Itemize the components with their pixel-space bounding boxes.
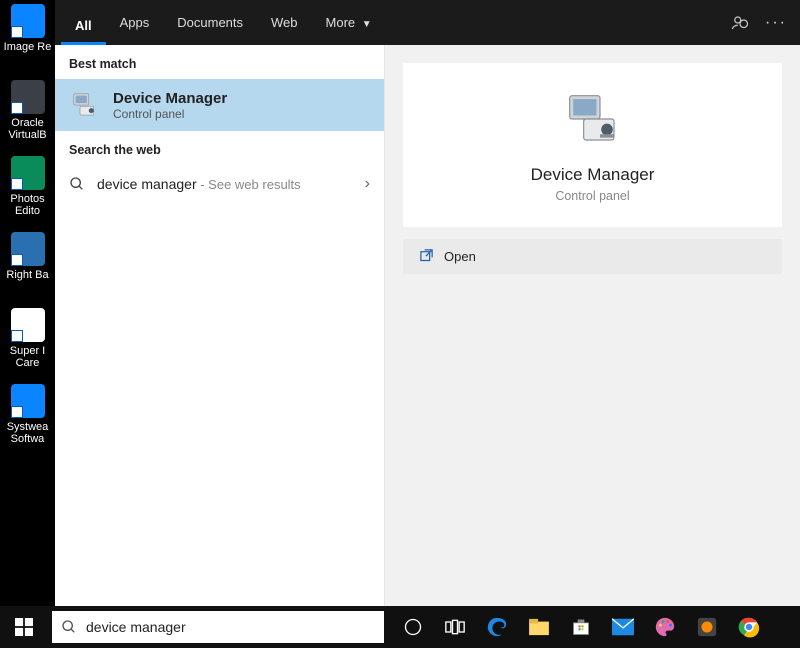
desktop-icon[interactable]: Photos Edito [3, 156, 53, 226]
taskbar-icons [392, 606, 770, 648]
device-manager-icon [69, 89, 101, 121]
web-suffix: - See web results [197, 177, 301, 192]
desktop-icon-label: Right Ba [6, 269, 48, 281]
desktop-icon[interactable]: Systwea Softwa [3, 384, 53, 454]
tab-more[interactable]: More ▼ [312, 0, 386, 45]
preview-title: Device Manager [531, 165, 655, 185]
result-device-manager[interactable]: Device Manager Control panel [55, 79, 384, 131]
chevron-down-icon: ▼ [362, 19, 372, 30]
desktop-icon-label: Image Re [4, 41, 52, 53]
start-button[interactable] [0, 606, 48, 648]
more-options-icon[interactable]: ··· [758, 5, 794, 41]
result-subtitle: Control panel [113, 107, 227, 121]
task-view-icon[interactable] [434, 606, 476, 648]
search-input[interactable] [86, 619, 384, 635]
desktop-icon-label: Oracle VirtualB [3, 117, 53, 141]
mail-icon[interactable] [602, 606, 644, 648]
search-icon [52, 619, 86, 635]
section-best-match: Best match [55, 45, 384, 79]
store-icon[interactable] [560, 606, 602, 648]
app-icon[interactable] [686, 606, 728, 648]
file-explorer-icon[interactable] [518, 606, 560, 648]
desktop-icon-label: Systwea Softwa [3, 421, 53, 445]
tab-documents[interactable]: Documents [163, 0, 257, 45]
search-tabbar: All Apps Documents Web More ▼ ··· [55, 0, 800, 45]
chevron-right-icon: › [365, 175, 370, 193]
desktop-icon[interactable]: Oracle VirtualB [3, 80, 53, 150]
taskbar-search[interactable] [52, 611, 384, 643]
section-search-web: Search the web [55, 131, 384, 165]
tab-more-label: More [326, 15, 356, 30]
tab-all[interactable]: All [61, 0, 106, 45]
device-manager-icon [565, 91, 621, 147]
edge-icon[interactable] [476, 606, 518, 648]
web-search-result[interactable]: device manager - See web results › [55, 165, 384, 203]
paint-icon[interactable] [644, 606, 686, 648]
tab-web[interactable]: Web [257, 0, 312, 45]
preview-subtitle: Control panel [555, 189, 629, 203]
desktop-icon[interactable]: Image Re [3, 4, 53, 74]
preview-column: Device Manager Control panel Open [385, 45, 800, 606]
tab-apps[interactable]: Apps [106, 0, 164, 45]
search-icon [69, 176, 85, 192]
desktop-icon-label: Photos Edito [3, 193, 53, 217]
cortana-icon[interactable] [392, 606, 434, 648]
open-label: Open [444, 249, 476, 264]
desktop-icon[interactable]: Right Ba [3, 232, 53, 302]
desktop-icon-label: Super I Care [3, 345, 53, 369]
result-title: Device Manager [113, 90, 227, 107]
preview-card: Device Manager Control panel [403, 63, 782, 227]
desktop: Image Re Oracle VirtualB Photos Edito Ri… [0, 0, 55, 606]
taskbar [0, 606, 800, 648]
feedback-icon[interactable] [722, 5, 758, 41]
search-panel: All Apps Documents Web More ▼ ··· Best m… [55, 0, 800, 606]
open-action[interactable]: Open [403, 239, 782, 274]
open-icon [419, 248, 434, 263]
desktop-icon[interactable]: Super I Care [3, 308, 53, 378]
web-query: device manager [97, 176, 197, 192]
chrome-icon[interactable] [728, 606, 770, 648]
results-column: Best match Device Manager Control panel … [55, 45, 385, 606]
